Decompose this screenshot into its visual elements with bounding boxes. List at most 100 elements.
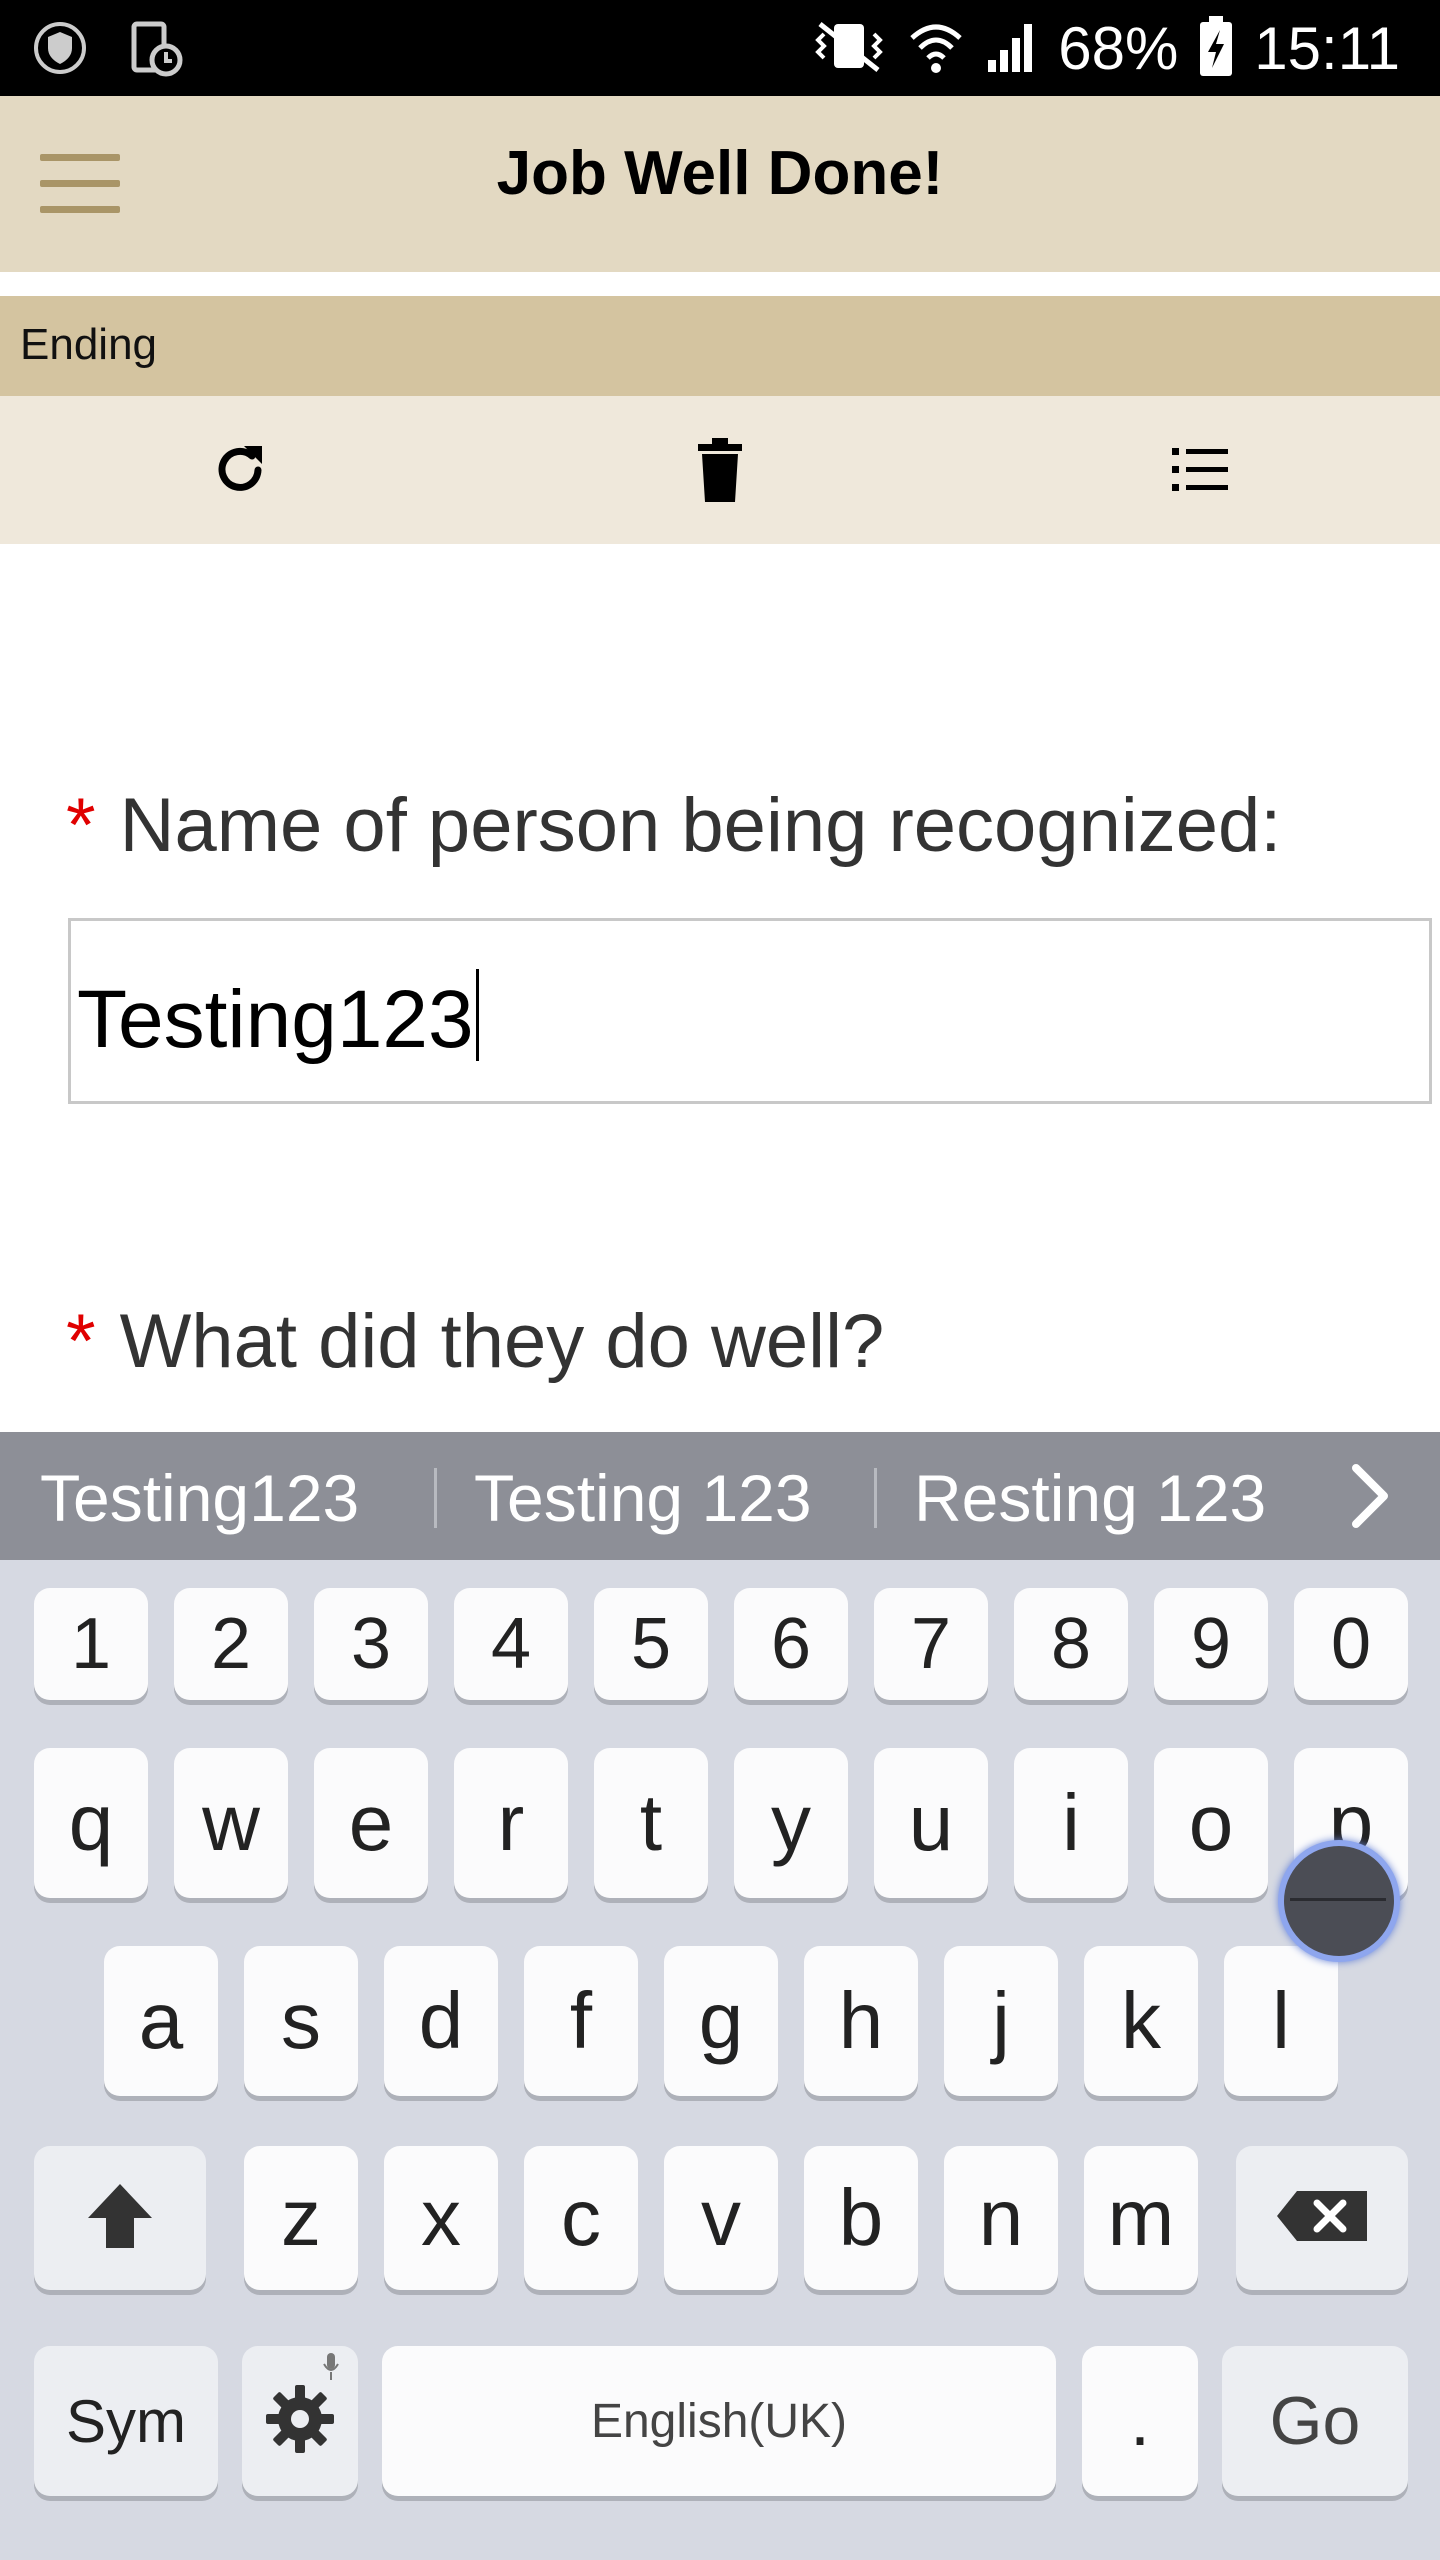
key-label: 0: [1330, 1604, 1372, 1684]
signal-icon: [984, 16, 1040, 80]
suggestion-item[interactable]: Testing 123: [474, 1460, 812, 1536]
letter-key-l[interactable]: l: [1224, 1946, 1338, 2096]
key-label: r: [497, 1778, 525, 1867]
letter-key-t[interactable]: t: [594, 1748, 708, 1898]
letter-key-c[interactable]: c: [524, 2146, 638, 2290]
backspace-icon: [1275, 2189, 1369, 2248]
key-label: y: [771, 1778, 811, 1867]
settings-key[interactable]: [242, 2346, 358, 2496]
key-label: u: [908, 1778, 954, 1867]
letter-key-w[interactable]: w: [174, 1748, 288, 1898]
go-key[interactable]: Go: [1222, 2346, 1408, 2496]
letter-key-a[interactable]: a: [104, 1946, 218, 2096]
battery-charging-icon: [1196, 14, 1236, 82]
key-label: h: [838, 1976, 884, 2065]
letter-key-n[interactable]: n: [944, 2146, 1058, 2290]
key-label: j: [992, 1976, 1010, 2065]
letter-key-i[interactable]: i: [1014, 1748, 1128, 1898]
key-label: a: [138, 1976, 184, 2065]
gear-icon: [262, 2381, 338, 2462]
number-key-0[interactable]: 0: [1294, 1588, 1408, 1700]
key-label: k: [1121, 1976, 1161, 2065]
sym-key[interactable]: Sym: [34, 2346, 218, 2496]
period-key-label: .: [1129, 2381, 1150, 2461]
letter-key-g[interactable]: g: [664, 1946, 778, 2096]
key-label: 2: [210, 1604, 252, 1684]
key-label: v: [701, 2173, 741, 2262]
key-label: z: [281, 2173, 321, 2262]
list-icon: [1170, 444, 1230, 500]
number-key-4[interactable]: 4: [454, 1588, 568, 1700]
letter-key-e[interactable]: e: [314, 1748, 428, 1898]
key-label: c: [561, 2173, 601, 2262]
sym-key-label: Sym: [66, 2387, 186, 2455]
key-label: 6: [770, 1604, 812, 1684]
letter-key-m[interactable]: m: [1084, 2146, 1198, 2290]
key-label: e: [348, 1778, 394, 1867]
tablet-clock-icon: [128, 18, 184, 82]
clock: 15:11: [1254, 14, 1400, 82]
letter-key-x[interactable]: x: [384, 2146, 498, 2290]
letter-key-k[interactable]: k: [1084, 1946, 1198, 2096]
key-label: m: [1107, 2173, 1175, 2262]
divider: [434, 1468, 437, 1528]
letter-key-q[interactable]: q: [34, 1748, 148, 1898]
form-toolbar: [0, 396, 1440, 544]
letter-key-r[interactable]: r: [454, 1748, 568, 1898]
key-label: 5: [630, 1604, 672, 1684]
number-key-8[interactable]: 8: [1014, 1588, 1128, 1700]
key-label: l: [1272, 1976, 1290, 2065]
text-caret: [475, 969, 479, 1061]
key-label: 9: [1190, 1604, 1232, 1684]
number-key-1[interactable]: 1: [34, 1588, 148, 1700]
delete-button[interactable]: [684, 436, 756, 508]
number-key-5[interactable]: 5: [594, 1588, 708, 1700]
number-key-9[interactable]: 9: [1154, 1588, 1268, 1700]
letter-key-o[interactable]: o: [1154, 1748, 1268, 1898]
letter-key-y[interactable]: y: [734, 1748, 848, 1898]
period-key[interactable]: .: [1082, 2346, 1198, 2496]
page-title: Job Well Done!: [496, 139, 944, 208]
chevron-right-icon[interactable]: [1340, 1458, 1400, 1534]
shift-key[interactable]: [34, 2146, 206, 2290]
required-marker: *: [66, 783, 96, 868]
trash-icon: [692, 436, 748, 508]
list-button[interactable]: [1164, 436, 1236, 508]
space-key[interactable]: English(UK): [382, 2346, 1056, 2496]
letter-key-s[interactable]: s: [244, 1946, 358, 2096]
backspace-key[interactable]: [1236, 2146, 1408, 2290]
key-label: x: [421, 2173, 461, 2262]
number-key-7[interactable]: 7: [874, 1588, 988, 1700]
letter-key-u[interactable]: u: [874, 1748, 988, 1898]
letter-key-b[interactable]: b: [804, 2146, 918, 2290]
refresh-button[interactable]: [204, 436, 276, 508]
question-name-label: * Name of person being recognized:: [66, 782, 1281, 869]
number-key-6[interactable]: 6: [734, 1588, 848, 1700]
letter-key-v[interactable]: v: [664, 2146, 778, 2290]
microphone-icon: [322, 2352, 340, 2382]
status-bar: 68% 15:11: [0, 0, 1440, 96]
key-label: 3: [350, 1604, 392, 1684]
key-label: 8: [1050, 1604, 1092, 1684]
suggestion-item[interactable]: Resting 123: [914, 1460, 1266, 1536]
shift-icon: [84, 2180, 156, 2257]
letter-key-f[interactable]: f: [524, 1946, 638, 2096]
divider: [874, 1468, 877, 1528]
touch-indicator-line: [1290, 1898, 1386, 1901]
letter-key-j[interactable]: j: [944, 1946, 1058, 2096]
question-well-label: * What did they do well?: [66, 1298, 884, 1385]
letter-key-d[interactable]: d: [384, 1946, 498, 2096]
vibrate-mute-icon: [810, 16, 888, 80]
app-bar: Job Well Done!: [0, 96, 1440, 272]
question-text: Name of person being recognized:: [119, 783, 1282, 868]
letter-key-h[interactable]: h: [804, 1946, 918, 2096]
key-label: 1: [70, 1604, 112, 1684]
number-key-2[interactable]: 2: [174, 1588, 288, 1700]
go-key-label: Go: [1269, 2383, 1361, 2459]
suggestion-item[interactable]: Testing123: [40, 1460, 359, 1536]
letter-key-z[interactable]: z: [244, 2146, 358, 2290]
key-label: g: [698, 1976, 744, 2065]
name-input[interactable]: Testing123: [68, 918, 1432, 1104]
key-label: f: [569, 1976, 593, 2065]
number-key-3[interactable]: 3: [314, 1588, 428, 1700]
